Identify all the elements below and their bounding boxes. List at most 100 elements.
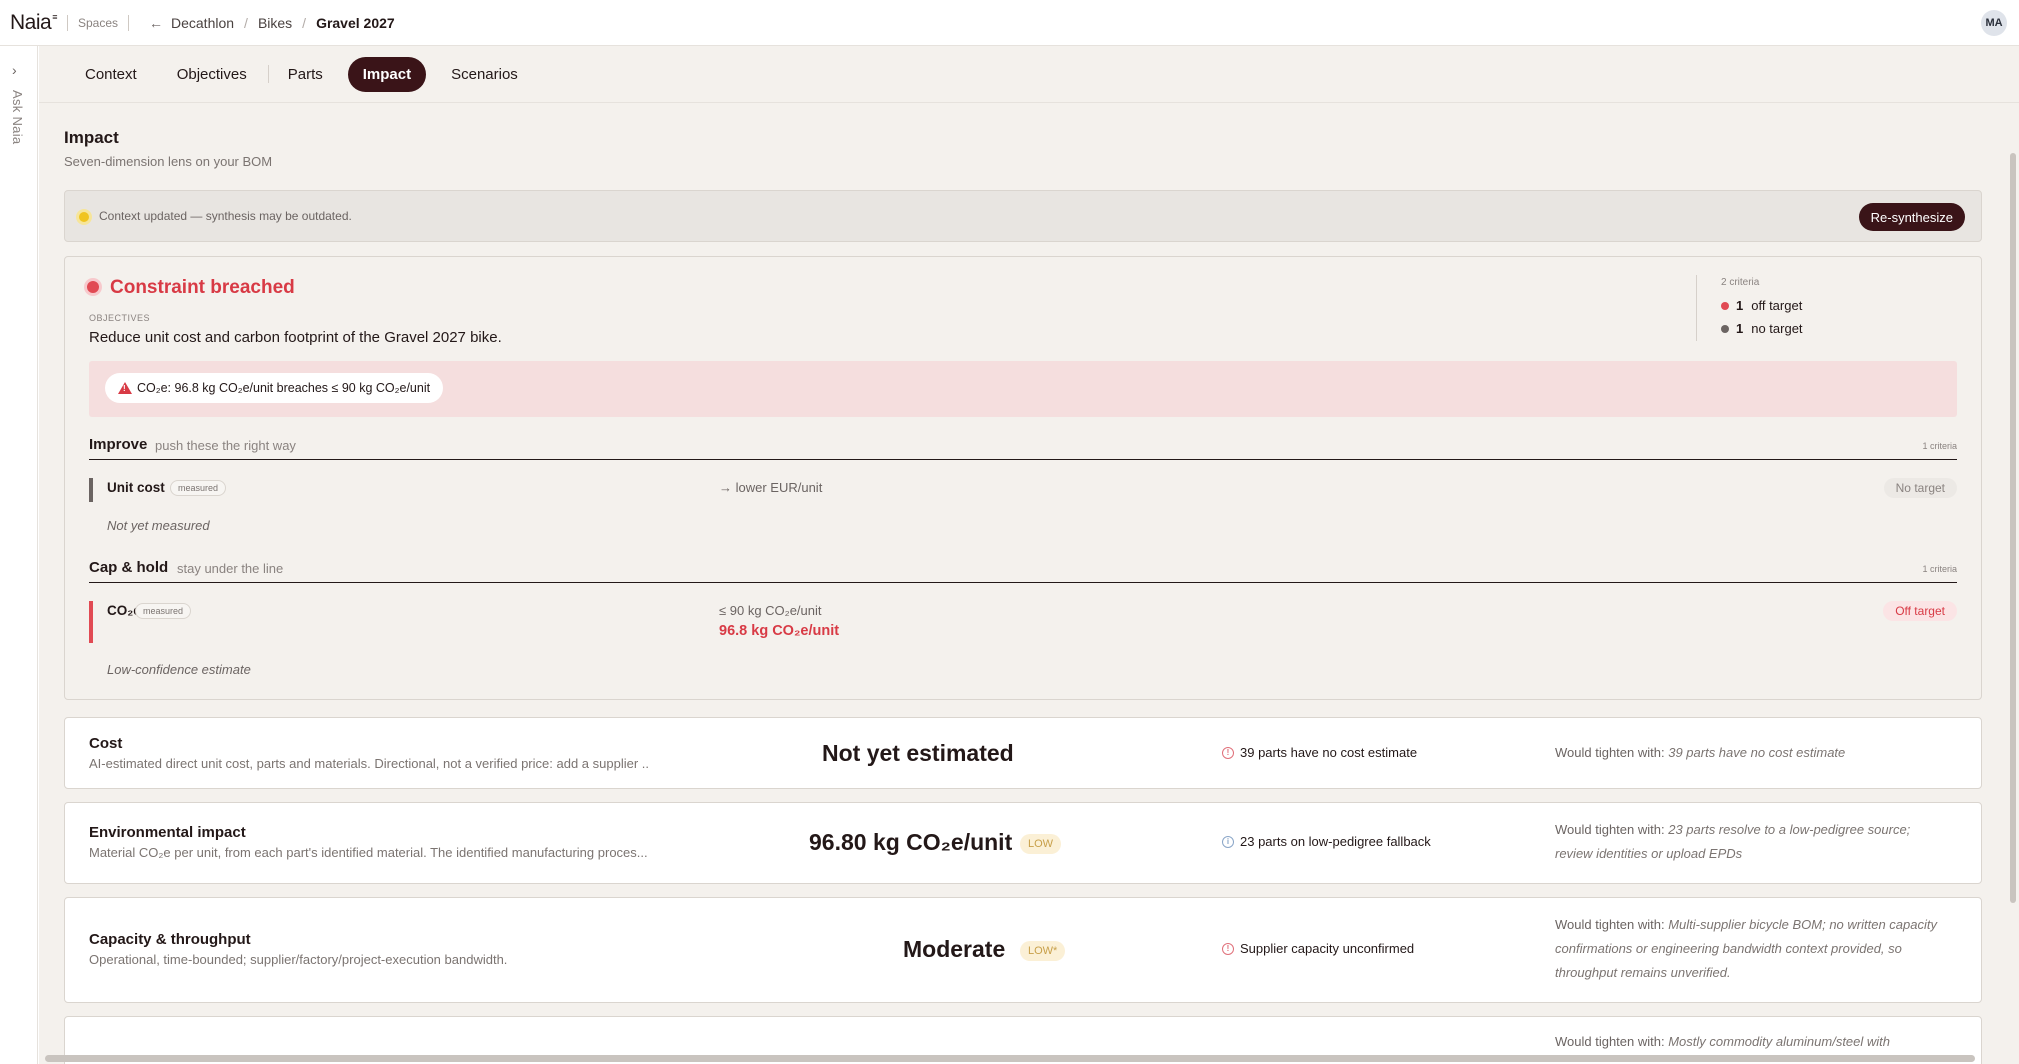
alert-circle-icon: ! (1222, 942, 1234, 955)
confidence-badge: LOW* (1020, 941, 1066, 961)
dimension-cost[interactable]: Cost AI-estimated direct unit cost, part… (64, 717, 1982, 789)
page-subtitle: Seven-dimension lens on your BOM (64, 154, 273, 169)
breadcrumb-separator: / (302, 14, 307, 31)
alert-circle-icon: ! (1222, 746, 1234, 759)
outdated-notice: Context updated — synthesis may be outda… (64, 190, 1982, 242)
chevron-right-icon[interactable]: › (12, 62, 17, 78)
breach-warning-pill[interactable]: CO₂e: 96.8 kg CO₂e/unit breaches ≤ 90 kg… (105, 373, 444, 403)
dimension-capacity-throughput[interactable]: Capacity & throughput Operational, time-… (64, 897, 1982, 1003)
breadcrumb-decathlon[interactable]: Decathlon (171, 15, 234, 31)
no-target-summary: 1 no target (1721, 321, 1803, 336)
off-target-count: 1 (1736, 298, 1744, 313)
naia-logo[interactable]: Naia ≡ (10, 11, 57, 35)
dimension-description: AI-estimated direct unit cost, parts and… (89, 756, 649, 771)
dimension-value: Not yet estimated (822, 740, 1014, 766)
breadcrumb-separator: / (244, 14, 248, 31)
breadcrumb-bikes[interactable]: Bikes (258, 15, 292, 31)
dimension-name: Environmental impact (89, 824, 246, 841)
breadcrumb-current: Gravel 2027 (316, 14, 395, 31)
objectives-label: OBJECTIVES (89, 313, 151, 323)
dimension-tighten: Would tighten with: 23 parts resolve to … (1555, 818, 1945, 866)
dimension-environmental-impact[interactable]: Environmental impact Material CO₂e per u… (64, 802, 1982, 884)
status-off-target: Off target (1883, 601, 1957, 621)
criterion-target: → lower EUR/unit (719, 480, 823, 495)
tab-scenarios[interactable]: Scenarios (436, 57, 533, 92)
gray-dot-icon (1721, 324, 1729, 333)
main-area: Context Objectives Parts Impact Scenario… (39, 46, 2019, 1064)
vertical-scroll-thumb[interactable] (2010, 153, 2016, 903)
tab-context[interactable]: Context (70, 57, 152, 92)
vertical-scrollbar[interactable] (2007, 149, 2019, 1064)
criterion-co2e[interactable]: CO₂e measured ≤ 90 kg CO₂e/unit 96.8 kg … (89, 601, 1957, 691)
breach-title: Constraint breached (110, 277, 295, 298)
constraint-breach-card: Constraint breached OBJECTIVES Reduce un… (64, 256, 1982, 700)
flag-text: Supplier capacity unconfirmed (1240, 941, 1415, 956)
cap-title: Cap & hold (89, 559, 169, 576)
tighten-prefix: Would tighten with: (1555, 745, 1669, 760)
status-no-target: No target (1883, 478, 1957, 498)
breadcrumb-spaces[interactable]: Spaces (78, 16, 118, 30)
cap-count: 1 criteria (1922, 564, 1957, 574)
criterion-note: Low-confidence estimate (107, 662, 251, 677)
tighten-text: 39 parts have no cost estimate (1668, 745, 1846, 760)
criterion-value: 96.8 kg CO₂e/unit (719, 623, 840, 639)
improve-count: 1 criteria (1922, 441, 1957, 451)
tighten-prefix: Would tighten with: (1555, 1034, 1669, 1049)
tab-bar: Context Objectives Parts Impact Scenario… (39, 46, 2019, 103)
criterion-bar (89, 478, 93, 502)
tighten-text: Mostly commodity aluminum/steel with (1668, 1034, 1891, 1049)
dimension-name: Capacity & throughput (89, 931, 251, 948)
off-target-summary: 1 off target (1721, 298, 1802, 313)
info-circle-icon: i (1222, 835, 1234, 848)
horizontal-scroll-thumb[interactable] (45, 1055, 1975, 1062)
avatar[interactable]: MA (1981, 10, 2007, 36)
dimension-name: Cost (89, 735, 123, 752)
improve-title: Improve (89, 436, 148, 453)
criteria-count: 2 criteria (1721, 277, 1760, 288)
tab-objectives[interactable]: Objectives (162, 57, 262, 92)
objectives-text: Reduce unit cost and carbon footprint of… (89, 329, 502, 346)
no-target-label: no target (1751, 321, 1803, 336)
flag-text: 23 parts on low-pedigree fallback (1240, 834, 1431, 849)
ask-naia-rail: › Ask Naia (0, 46, 38, 1064)
criterion-target: ≤ 90 kg CO₂e/unit (719, 603, 822, 618)
divider (128, 14, 129, 31)
tab-parts[interactable]: Parts (273, 57, 338, 92)
divider (66, 14, 68, 31)
dimension-tighten: Would tighten with: Mostly commodity alu… (1555, 1030, 1945, 1054)
page-title: Impact (64, 128, 119, 147)
dimension-description: Operational, time-bounded; supplier/fact… (89, 952, 508, 967)
divider (1696, 275, 1697, 341)
off-target-label: off target (1751, 298, 1803, 313)
no-target-count: 1 (1736, 321, 1744, 336)
measured-tag: measured (135, 603, 192, 619)
breach-warning-band: CO₂e: 96.8 kg CO₂e/unit breaches ≤ 90 kg… (89, 361, 1957, 417)
dimension-description: Material CO₂e per unit, from each part's… (89, 845, 648, 860)
improve-section-header: Improve push these the right way 1 crite… (89, 434, 1957, 460)
notice-text: Context updated — synthesis may be outda… (99, 209, 352, 223)
breach-warning-text: CO₂e: 96.8 kg CO₂e/unit breaches ≤ 90 kg… (137, 381, 431, 395)
ask-naia-label[interactable]: Ask Naia (10, 90, 25, 144)
improve-subtitle: push these the right way (155, 438, 296, 453)
dimension-value: Moderate (903, 936, 1006, 962)
dimension-tighten: Would tighten with: Multi-supplier bicyc… (1555, 913, 1945, 985)
confidence-badge: LOW (1020, 834, 1062, 854)
criterion-unit-cost[interactable]: Unit cost measured → lower EUR/unit No t… (89, 478, 1957, 558)
dimension-flag: ! 39 parts have no cost estimate (1222, 745, 1417, 760)
logo-mark: ≡ (52, 11, 57, 22)
back-arrow-icon[interactable]: ← (149, 15, 163, 31)
breach-status-icon (87, 281, 99, 293)
dimension-value: 96.80 kg CO₂e/unit (809, 829, 1013, 855)
criterion-name: Unit cost (107, 480, 165, 495)
dimension-flag: ! Supplier capacity unconfirmed (1222, 941, 1414, 956)
top-bar: Naia ≡ Spaces ← Decathlon / Bikes / Grav… (0, 0, 2019, 46)
resynthesize-button[interactable]: Re-synthesize (1858, 203, 1965, 231)
tighten-prefix: Would tighten with: (1555, 917, 1669, 932)
red-dot-icon (1721, 301, 1729, 310)
dimension-flag: i 23 parts on low-pedigree fallback (1222, 834, 1431, 849)
warning-triangle-icon (118, 382, 132, 394)
criterion-bar (89, 601, 93, 643)
tab-impact[interactable]: Impact (347, 56, 427, 92)
warning-dot-icon (79, 212, 89, 222)
logo-text: Naia (10, 10, 52, 34)
